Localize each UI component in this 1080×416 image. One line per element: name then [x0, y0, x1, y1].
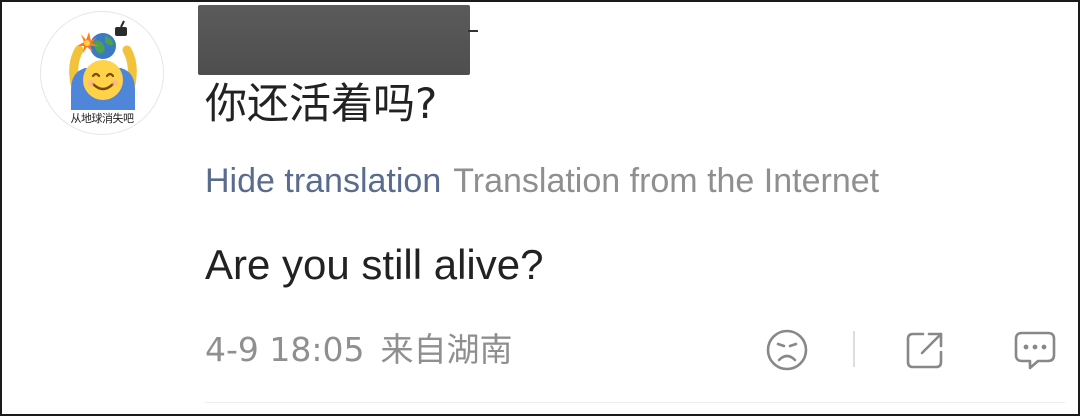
comment-meta: 4-9 18:05 来自湖南 [205, 328, 513, 372]
comment-text: 你还活着吗? [205, 79, 438, 128]
timestamp: 4-9 18:05 [205, 330, 365, 369]
hide-translation-link[interactable]: Hide translation [205, 162, 441, 200]
comment-card: 从地球消失吧 你还活着吗? Hide translation Translatio… [0, 0, 1080, 416]
avatar[interactable]: 从地球消失吧 [40, 11, 164, 135]
location-label: 来自湖南 [380, 330, 513, 369]
share-icon[interactable] [902, 327, 948, 373]
avatar-caption: 从地球消失吧 [70, 112, 135, 125]
sad-face-icon[interactable] [764, 327, 810, 373]
redacted-username [198, 5, 470, 75]
action-divider [853, 331, 855, 367]
translation-source-label: Translation from the Internet [453, 162, 880, 200]
username-tail [468, 30, 478, 32]
bottom-separator [205, 402, 1065, 403]
translated-text: Are you still alive? [205, 241, 544, 288]
comment-icon[interactable] [1012, 327, 1058, 373]
translation-row: Hide translation Translation from the Int… [205, 159, 879, 203]
